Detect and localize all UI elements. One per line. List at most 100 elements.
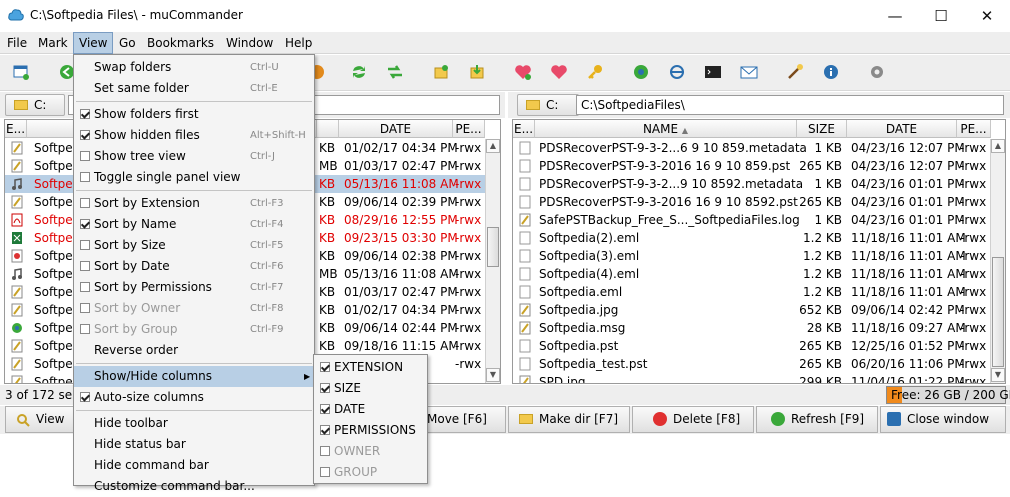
key-icon[interactable] (586, 63, 604, 81)
table-row[interactable]: Softpedia_test.pst 265 KB 06/20/16 11:06 P… (513, 355, 990, 373)
left-header-size[interactable] (317, 120, 339, 138)
table-row[interactable]: PDSRecoverPST-9-3-2...6 9 10 859.metadat… (513, 139, 990, 157)
column-toggle-date[interactable]: DATE (314, 399, 427, 420)
table-row[interactable]: Softpedia.eml 1.2 KB 11/18/16 11:01 AM -rwx (513, 283, 990, 301)
right-header-size[interactable]: SIZE (797, 120, 847, 138)
preferences-icon[interactable] (868, 63, 886, 81)
view-menu-item-auto-size-columns[interactable]: Auto-size columns (74, 387, 314, 408)
delete-button[interactable]: Delete [F8] (632, 406, 754, 433)
view-menu-item-sort-by-size[interactable]: Sort by Size Ctrl-F5 (74, 235, 314, 256)
menu-bookmarks[interactable]: Bookmarks (142, 32, 219, 54)
view-menu-item-sort-by-name[interactable]: Sort by Name Ctrl-F4 (74, 214, 314, 235)
pack-icon[interactable] (432, 63, 450, 81)
minimize-button[interactable]: — (872, 0, 918, 32)
right-drive-button[interactable]: C: (517, 94, 579, 116)
refresh-icon[interactable] (350, 63, 368, 81)
left-scrollbar[interactable]: ▲ ▼ (485, 139, 500, 383)
view-menu-item-show-hidden-files[interactable]: Show hidden files Alt+Shift-H (74, 125, 314, 146)
info-icon[interactable] (822, 63, 840, 81)
close-window-command-button[interactable]: Close window (880, 406, 1006, 433)
right-header-permissions[interactable]: PE... (957, 120, 991, 138)
file-size: 265 KB (799, 195, 842, 209)
right-scrollbar[interactable]: ▲ ▼ (990, 139, 1005, 383)
view-menu-item-hide-toolbar[interactable]: Hide toolbar (74, 413, 314, 434)
table-row[interactable]: PDSRecoverPST-9-3-2...9 10 8592.metadata… (513, 175, 990, 193)
folder-icon (14, 99, 28, 110)
make-dir-button[interactable]: Make dir [F7] (508, 406, 630, 433)
view-menu-item-show-folders-first[interactable]: Show folders first (74, 104, 314, 125)
table-row[interactable]: Softpedia.pst 265 KB 12/25/16 01:52 PM -rwx (513, 337, 990, 355)
table-row[interactable]: Softpedia(3).eml 1.2 KB 11/18/16 11:01 AM -… (513, 247, 990, 265)
table-row[interactable]: Softpedia.jpg 652 KB 09/06/14 02:42 PM -rwx (513, 301, 990, 319)
scroll-down-icon[interactable]: ▼ (991, 368, 1005, 382)
file-permissions: -rwx (455, 141, 482, 155)
right-header-name[interactable]: NAME ▲ (535, 120, 797, 138)
right-file-list[interactable]: E... NAME ▲ SIZE DATE PE... PDSRecoverPS… (512, 119, 1006, 384)
left-scroll-thumb[interactable] (487, 227, 499, 267)
file-icon (519, 195, 531, 209)
view-menu-item-hide-command-bar[interactable]: Hide command bar (74, 455, 314, 476)
menu-window[interactable]: Window (221, 32, 278, 54)
terminal-icon[interactable] (704, 63, 722, 81)
view-menu-item-toggle-single-panel-view[interactable]: Toggle single panel view (74, 167, 314, 188)
scroll-up-icon[interactable]: ▲ (486, 139, 500, 153)
new-window-icon[interactable] (12, 63, 30, 81)
menu-item-label: EXTENSION (334, 360, 404, 374)
view-menu-item-set-same-folder[interactable]: Set same folder Ctrl-E (74, 78, 314, 99)
left-header-permissions[interactable]: PE... (453, 120, 485, 138)
table-row[interactable]: Softpedia.msg 28 KB 11/18/16 09:27 AM -rwx (513, 319, 990, 337)
menu-item-label: Auto-size columns (94, 390, 204, 404)
file-size: KB (319, 177, 336, 191)
left-header-extension[interactable]: E... (5, 120, 27, 138)
table-row[interactable]: PDSRecoverPST-9-3-2016 16 9 10 8592.pst 2… (513, 193, 990, 211)
menu-help[interactable]: Help (280, 32, 317, 54)
right-header-date[interactable]: DATE (847, 120, 957, 138)
view-menu-item-sort-by-date[interactable]: Sort by Date Ctrl-F6 (74, 256, 314, 277)
menu-file[interactable]: File (2, 32, 32, 54)
right-header-extension[interactable]: E... (513, 120, 535, 138)
table-row[interactable]: PDSRecoverPST-9-3-2016 16 9 10 859.pst 26… (513, 157, 990, 175)
menu-view[interactable]: View (73, 32, 114, 54)
bookmark-edit-icon[interactable] (550, 63, 568, 81)
left-drive-button[interactable]: C: (5, 94, 65, 116)
table-row[interactable]: SafePSTBackup_Free_S..._SoftpediaFiles.l… (513, 211, 990, 229)
connect-icon[interactable] (632, 63, 650, 81)
left-header-date[interactable]: DATE (339, 120, 453, 138)
checkbox-icon (320, 362, 330, 372)
wand-icon[interactable] (786, 63, 804, 81)
scroll-down-icon[interactable]: ▼ (486, 368, 500, 382)
status-selection-text: 3 of 172 sele (5, 388, 83, 402)
view-menu-item-sort-by-permissions[interactable]: Sort by Permissions Ctrl-F7 (74, 277, 314, 298)
view-menu-item-show-tree-view[interactable]: Show tree view Ctrl-J (74, 146, 314, 167)
view-menu-item-hide-status-bar[interactable]: Hide status bar (74, 434, 314, 455)
view-menu-item-reverse-order[interactable]: Reverse order (74, 340, 314, 361)
close-window-button[interactable]: ✕ (964, 0, 1010, 32)
view-menu-item-show-hide-columns[interactable]: Show/Hide columns ▶ (74, 366, 314, 387)
right-scroll-thumb[interactable] (992, 257, 1004, 367)
table-row[interactable]: Softpedia(4).eml 1.2 KB 11/18/16 11:01 AM -… (513, 265, 990, 283)
table-row[interactable]: SPD.jpg 299 KB 11/04/16 01:22 PM -rwx (513, 373, 990, 383)
right-path-field[interactable]: C:\SoftpediaFiles\ (576, 95, 1004, 115)
file-date: 11/18/16 09:27 AM (851, 321, 966, 335)
menu-item-label: PERMISSIONS (334, 423, 416, 437)
scroll-up-icon[interactable]: ▲ (991, 139, 1005, 153)
file-permissions: -rwx (960, 213, 987, 227)
refresh-button[interactable]: Refresh [F9] (756, 406, 878, 433)
swap-icon[interactable] (386, 63, 404, 81)
table-row[interactable]: Softpedia(2).eml 1.2 KB 11/18/16 11:01 AM -… (513, 229, 990, 247)
column-toggle-size[interactable]: SIZE (314, 378, 427, 399)
mail-icon[interactable] (740, 63, 758, 81)
column-toggle-permissions[interactable]: PERMISSIONS (314, 420, 427, 441)
unpack-icon[interactable] (468, 63, 486, 81)
maximize-button[interactable]: ☐ (918, 0, 964, 32)
menu-go[interactable]: Go (114, 32, 141, 54)
view-menu-item-swap-folders[interactable]: Swap folders Ctrl-U (74, 57, 314, 78)
file-name: Softpedia.msg (539, 321, 626, 335)
bookmark-add-icon[interactable] (514, 63, 532, 81)
network-icon[interactable] (668, 63, 686, 81)
view-menu-item-customize-command-bar-[interactable]: Customize command bar... (74, 476, 314, 497)
view-menu-item-sort-by-extension[interactable]: Sort by Extension Ctrl-F3 (74, 193, 314, 214)
menu-mark[interactable]: Mark (33, 32, 73, 54)
free-space-text: Free: 26 GB / 200 GB (891, 388, 1010, 402)
column-toggle-extension[interactable]: EXTENSION (314, 357, 427, 378)
